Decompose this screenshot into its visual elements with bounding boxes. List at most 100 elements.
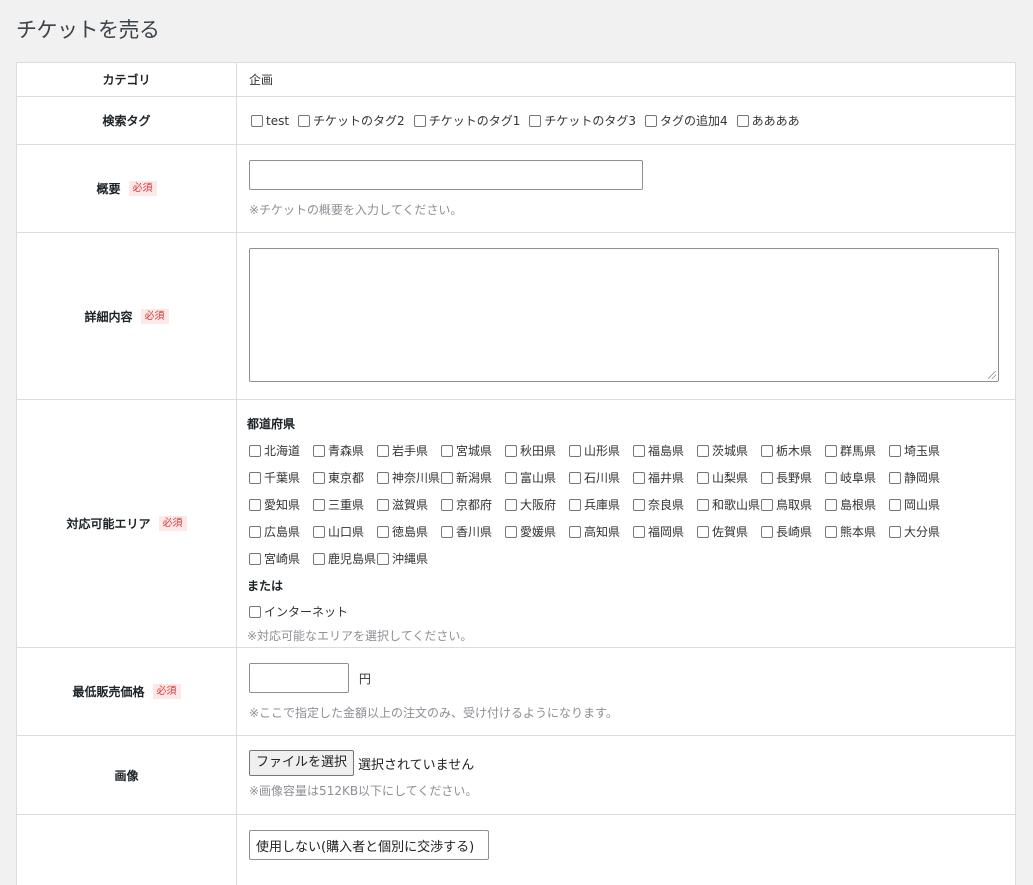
prefecture-checkbox[interactable]: 大阪府 — [505, 496, 569, 513]
prefecture-checkbox[interactable]: 北海道 — [249, 442, 313, 459]
checkbox-icon[interactable] — [889, 444, 901, 457]
prefecture-checkbox[interactable]: 茨城県 — [697, 442, 761, 459]
prefecture-checkbox[interactable]: 愛知県 — [249, 496, 313, 513]
checkbox-icon[interactable] — [569, 444, 581, 457]
prefecture-checkbox[interactable]: 鳥取県 — [761, 496, 825, 513]
tag-checkbox[interactable]: タグの追加4 — [644, 112, 728, 129]
prefecture-checkbox[interactable]: 石川県 — [569, 469, 633, 486]
tag-checkbox[interactable]: test — [251, 114, 289, 128]
checkbox-icon[interactable] — [633, 444, 645, 457]
prefecture-checkbox[interactable]: 徳島県 — [377, 523, 441, 540]
prefecture-checkbox[interactable]: 高知県 — [569, 523, 633, 540]
prefecture-checkbox[interactable]: 熊本県 — [825, 523, 889, 540]
checkbox-icon[interactable] — [697, 498, 709, 511]
checkbox-icon[interactable] — [505, 444, 517, 457]
prefecture-checkbox[interactable]: 福岡県 — [633, 523, 697, 540]
checkbox-icon[interactable] — [529, 114, 542, 127]
prefecture-checkbox[interactable]: 群馬県 — [825, 442, 889, 459]
checkbox-icon[interactable] — [569, 525, 581, 538]
checkbox-icon[interactable] — [377, 525, 389, 538]
prefecture-checkbox[interactable]: 福島県 — [633, 442, 697, 459]
prefecture-checkbox[interactable]: 新潟県 — [441, 469, 505, 486]
checkbox-icon[interactable] — [761, 471, 773, 484]
prefecture-checkbox[interactable]: 香川県 — [441, 523, 505, 540]
checkbox-icon[interactable] — [377, 444, 389, 457]
prefecture-checkbox[interactable]: 岩手県 — [377, 442, 441, 459]
summary-input[interactable] — [249, 160, 643, 190]
prefecture-checkbox[interactable]: 山形県 — [569, 442, 633, 459]
prefecture-checkbox[interactable]: 山口県 — [313, 523, 377, 540]
checkbox-icon[interactable] — [441, 471, 453, 484]
checkbox-icon[interactable] — [505, 525, 517, 538]
checkbox-icon[interactable] — [889, 471, 901, 484]
checkbox-icon[interactable] — [313, 525, 325, 538]
prefecture-checkbox[interactable]: 山梨県 — [697, 469, 761, 486]
prefecture-checkbox[interactable]: 栃木県 — [761, 442, 825, 459]
checkbox-icon[interactable] — [569, 471, 581, 484]
prefecture-checkbox[interactable]: 佐賀県 — [697, 523, 761, 540]
checkbox-icon[interactable] — [569, 498, 581, 511]
checkbox-icon[interactable] — [249, 444, 261, 457]
prefecture-checkbox[interactable]: 奈良県 — [633, 496, 697, 513]
checkbox-icon[interactable] — [377, 471, 389, 484]
checkbox-icon[interactable] — [825, 525, 837, 538]
prefecture-checkbox[interactable]: 秋田県 — [505, 442, 569, 459]
checkbox-icon[interactable] — [251, 114, 263, 127]
checkbox-icon[interactable] — [889, 498, 901, 511]
prefecture-checkbox[interactable]: 宮崎県 — [249, 550, 313, 567]
details-textarea[interactable] — [249, 248, 999, 382]
prefecture-checkbox[interactable]: 福井県 — [633, 469, 697, 486]
prefecture-checkbox[interactable]: 島根県 — [825, 496, 889, 513]
prefecture-checkbox[interactable]: 長野県 — [761, 469, 825, 486]
prefecture-checkbox[interactable]: 兵庫県 — [569, 496, 633, 513]
checkbox-icon[interactable] — [633, 498, 645, 511]
checkbox-icon[interactable] — [441, 525, 453, 538]
prefecture-checkbox[interactable]: 神奈川県 — [377, 469, 441, 486]
checkbox-icon[interactable] — [697, 444, 709, 457]
tag-checkbox[interactable]: チケットのタグ2 — [298, 112, 405, 129]
checkbox-icon[interactable] — [505, 471, 517, 484]
prefecture-checkbox[interactable]: 岐阜県 — [825, 469, 889, 486]
prefecture-checkbox[interactable]: 富山県 — [505, 469, 569, 486]
checkbox-icon[interactable] — [249, 471, 261, 484]
prefecture-checkbox[interactable]: 三重県 — [313, 496, 377, 513]
prefecture-checkbox[interactable]: 愛媛県 — [505, 523, 569, 540]
checkbox-icon[interactable] — [413, 114, 426, 127]
checkbox-icon[interactable] — [298, 114, 311, 127]
checkbox-icon[interactable] — [441, 444, 453, 457]
checkbox-icon[interactable] — [505, 498, 517, 511]
prefecture-checkbox[interactable]: 滋賀県 — [377, 496, 441, 513]
prefecture-checkbox[interactable]: 和歌山県 — [697, 496, 761, 513]
checkbox-icon[interactable] — [761, 498, 773, 511]
checkbox-icon[interactable] — [825, 444, 837, 457]
tag-checkbox[interactable]: チケットのタグ3 — [529, 112, 636, 129]
prefecture-checkbox[interactable]: 京都府 — [441, 496, 505, 513]
prefecture-checkbox[interactable]: 千葉県 — [249, 469, 313, 486]
checkbox-icon[interactable] — [313, 498, 325, 511]
checkbox-icon[interactable] — [825, 471, 837, 484]
checkbox-icon[interactable] — [761, 444, 773, 457]
internet-checkbox[interactable]: インターネット — [249, 603, 348, 620]
price-input[interactable] — [249, 663, 349, 693]
checkbox-icon[interactable] — [249, 498, 261, 511]
checkbox-icon[interactable] — [249, 525, 261, 538]
prefecture-checkbox[interactable]: 青森県 — [313, 442, 377, 459]
checkbox-icon[interactable] — [249, 552, 261, 565]
checkbox-icon[interactable] — [313, 471, 325, 484]
checkbox-icon[interactable] — [697, 471, 709, 484]
checkbox-icon[interactable] — [644, 114, 657, 127]
negotiation-select[interactable]: 使用しない(購入者と個別に交渉する) — [249, 830, 489, 860]
resize-grip-icon[interactable] — [988, 371, 996, 379]
checkbox-icon[interactable] — [313, 552, 325, 565]
prefecture-checkbox[interactable]: 埼玉県 — [889, 442, 953, 459]
prefecture-checkbox[interactable]: 静岡県 — [889, 469, 953, 486]
checkbox-icon[interactable] — [377, 498, 389, 511]
prefecture-checkbox[interactable]: 宮城県 — [441, 442, 505, 459]
prefecture-checkbox[interactable]: 広島県 — [249, 523, 313, 540]
checkbox-icon[interactable] — [825, 498, 837, 511]
checkbox-icon[interactable] — [736, 114, 749, 127]
prefecture-checkbox[interactable]: 大分県 — [889, 523, 953, 540]
checkbox-icon[interactable] — [377, 552, 389, 565]
tag-checkbox[interactable]: ああああ — [736, 112, 800, 129]
tag-checkbox[interactable]: チケットのタグ1 — [413, 112, 520, 129]
